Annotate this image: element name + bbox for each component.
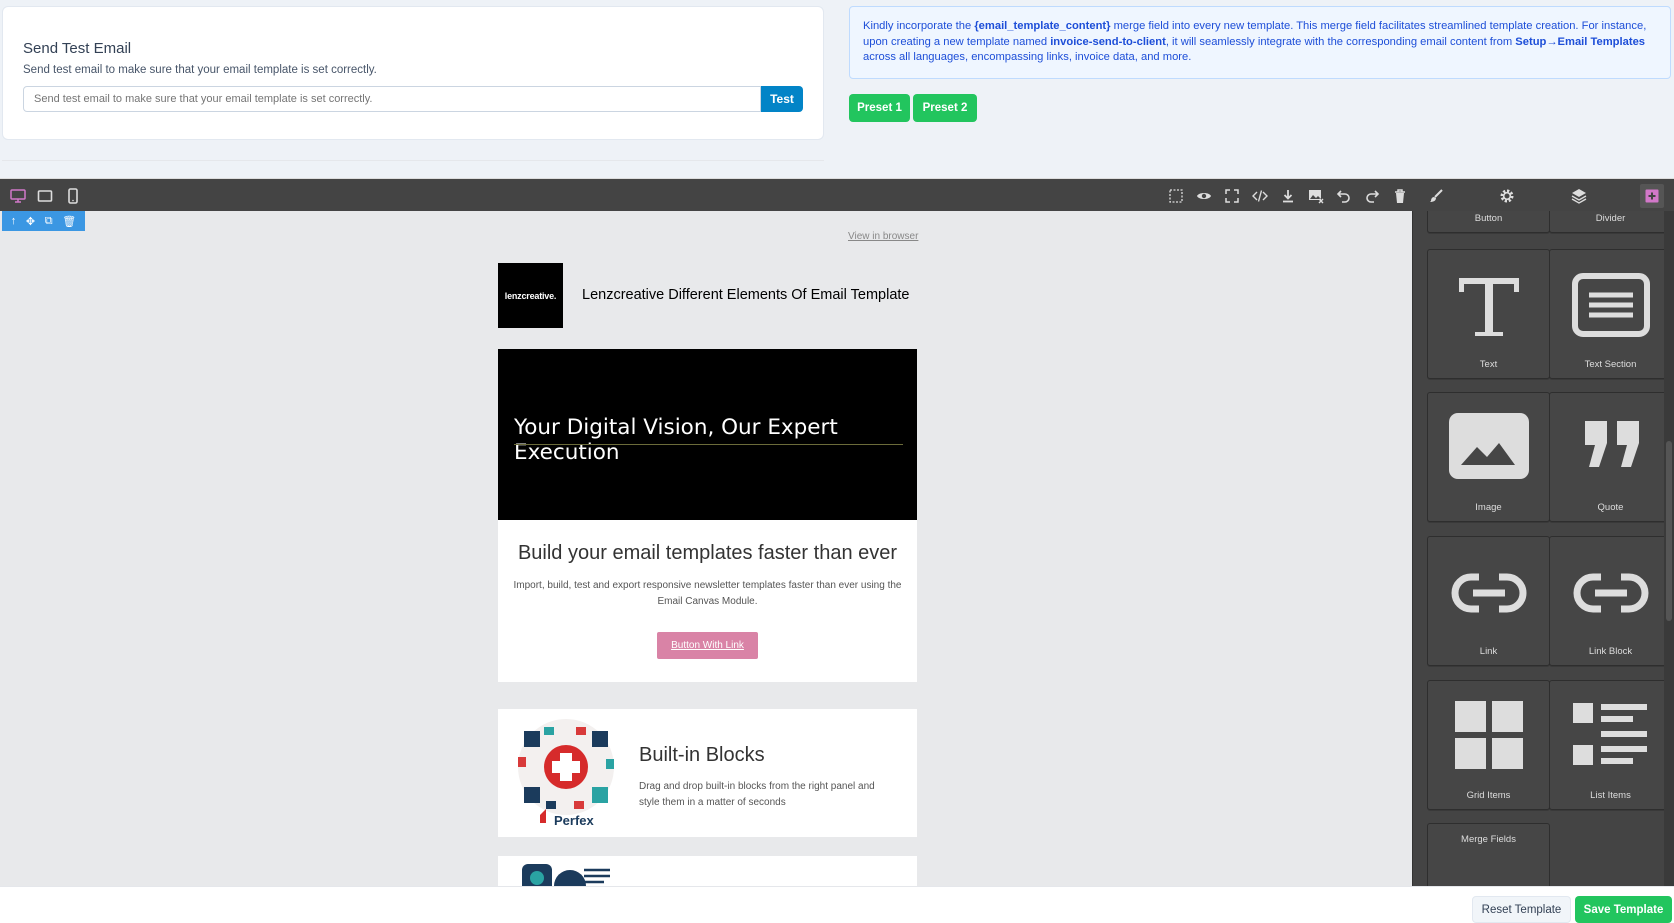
brush-icon[interactable] bbox=[1427, 187, 1445, 205]
image-remove-icon[interactable] bbox=[1307, 187, 1325, 205]
preset-2-button[interactable]: Preset 2 bbox=[913, 94, 977, 122]
layers-icon[interactable] bbox=[1570, 187, 1588, 205]
block-label: Divider bbox=[1595, 213, 1626, 224]
built-in-blocks-title: Built-in Blocks bbox=[639, 744, 765, 766]
info-template-name: invoice-send-to-client bbox=[1050, 35, 1166, 48]
block-label: Text Section bbox=[1584, 359, 1637, 370]
merge-field-info: Kindly incorporate the {email_template_c… bbox=[849, 6, 1671, 79]
email-editor: ↑ ✥ ⧉ 🗑 View in browser lenzcreative. Le… bbox=[0, 178, 1674, 886]
next-section[interactable] bbox=[498, 856, 917, 886]
email-canvas[interactable]: ↑ ✥ ⧉ 🗑 View in browser lenzcreative. Le… bbox=[0, 211, 1412, 886]
code-icon[interactable] bbox=[1251, 187, 1269, 205]
block-label: Image bbox=[1475, 502, 1502, 513]
block-list-items[interactable]: List Items bbox=[1549, 680, 1672, 810]
save-template-button[interactable]: Save Template bbox=[1575, 896, 1672, 923]
reset-template-button[interactable]: Reset Template bbox=[1472, 896, 1571, 923]
perfex-thumbnail: Perfex bbox=[510, 717, 622, 829]
built-in-blocks-section[interactable]: Perfex Built-in Blocks Drag and drop bui… bbox=[498, 709, 917, 837]
intro-text: Import, build, test and export responsiv… bbox=[513, 580, 902, 607]
text-section-icon bbox=[1550, 270, 1671, 340]
gear-icon[interactable] bbox=[1498, 187, 1516, 205]
selection-toolbar: ↑ ✥ ⧉ 🗑 bbox=[2, 211, 85, 231]
block-divider[interactable]: Divider bbox=[1549, 211, 1672, 233]
link-block-icon bbox=[1550, 557, 1671, 627]
header-title: Lenzcreative Different Elements Of Email… bbox=[582, 287, 910, 303]
block-label: Link bbox=[1479, 646, 1498, 657]
block-link-block[interactable]: Link Block bbox=[1549, 536, 1672, 666]
block-grid-items[interactable]: Grid Items bbox=[1427, 680, 1550, 810]
hero-title: Your Digital Vision, Our Expert Executio… bbox=[514, 415, 838, 465]
grid-items-icon bbox=[1428, 701, 1549, 771]
block-label: List Items bbox=[1590, 790, 1631, 801]
text-icon bbox=[1428, 270, 1549, 340]
send-test-email-title: Send Test Email bbox=[23, 40, 132, 57]
desktop-icon[interactable] bbox=[9, 187, 27, 205]
block-quote[interactable]: Quote bbox=[1549, 392, 1672, 522]
block-label: Text bbox=[1479, 359, 1498, 370]
logo: lenzcreative. bbox=[498, 263, 563, 328]
intro-section[interactable]: Build your email templates faster than e… bbox=[498, 520, 917, 682]
next-section-thumbnail bbox=[510, 864, 610, 886]
block-image[interactable]: Image bbox=[1427, 392, 1550, 522]
block-link[interactable]: Link bbox=[1427, 536, 1550, 666]
block-button[interactable]: Button bbox=[1427, 211, 1550, 233]
send-test-email-card: Send Test Email Send test email to make … bbox=[2, 6, 824, 140]
quote-icon bbox=[1550, 413, 1671, 483]
move-icon[interactable]: ✥ bbox=[26, 215, 35, 228]
block-label: Merge Fields bbox=[1461, 834, 1516, 845]
perfex-label: Perfex bbox=[554, 813, 595, 828]
select-area-icon[interactable] bbox=[1167, 187, 1185, 205]
download-icon[interactable] bbox=[1279, 187, 1297, 205]
block-label: Quote bbox=[1597, 502, 1624, 513]
info-text: Kindly incorporate the bbox=[863, 20, 975, 32]
blocks-panel-scrollbar[interactable] bbox=[1664, 211, 1674, 886]
block-label: Grid Items bbox=[1466, 790, 1511, 801]
info-text: , it will seamlessly integrate with the … bbox=[1165, 35, 1516, 48]
preset-1-button[interactable]: Preset 1 bbox=[849, 94, 910, 122]
image-icon bbox=[1428, 413, 1549, 483]
intro-title: Build your email templates faster than e… bbox=[517, 542, 898, 564]
send-test-email-description: Send test email to make sure that your e… bbox=[23, 64, 377, 76]
copy-icon[interactable]: ⧉ bbox=[45, 215, 53, 228]
hero-section[interactable]: Your Digital Vision, Our Expert Executio… bbox=[498, 349, 917, 520]
editor-toolbar bbox=[0, 178, 1674, 211]
hero-divider bbox=[514, 444, 903, 445]
info-setup-link[interactable]: Setup→Email Templates bbox=[1515, 36, 1645, 48]
scrollbar-thumb[interactable] bbox=[1666, 441, 1672, 621]
fullscreen-icon[interactable] bbox=[1223, 187, 1241, 205]
footer-bar: Reset Template Save Template bbox=[0, 886, 1674, 923]
block-merge-fields[interactable]: Merge Fields bbox=[1427, 823, 1550, 886]
info-text: across all languages, encompassing links… bbox=[863, 51, 1192, 63]
block-text-section[interactable]: Text Section bbox=[1549, 249, 1672, 379]
block-label: Link Block bbox=[1588, 646, 1633, 657]
button-with-link[interactable]: Button With Link bbox=[657, 632, 758, 659]
mobile-icon[interactable] bbox=[64, 187, 82, 205]
trash-icon[interactable] bbox=[1391, 187, 1409, 205]
test-email-row: Test bbox=[23, 86, 803, 112]
test-button[interactable]: Test bbox=[761, 86, 803, 112]
tablet-icon[interactable] bbox=[36, 187, 54, 205]
delete-icon[interactable]: 🗑 bbox=[62, 215, 76, 228]
block-label: Button bbox=[1474, 213, 1503, 224]
list-items-icon bbox=[1550, 701, 1671, 771]
select-parent-icon[interactable]: ↑ bbox=[11, 215, 17, 227]
info-merge-field: {email_template_content} bbox=[974, 20, 1111, 32]
email-header: lenzcreative. Lenzcreative Different Ele… bbox=[498, 263, 917, 329]
add-block-icon[interactable] bbox=[1640, 184, 1664, 208]
redo-icon[interactable] bbox=[1363, 187, 1381, 205]
eye-icon[interactable] bbox=[1195, 187, 1213, 205]
view-in-browser-link[interactable]: View in browser bbox=[848, 231, 918, 242]
test-email-input[interactable] bbox=[23, 86, 761, 112]
divider bbox=[2, 160, 824, 161]
link-icon bbox=[1428, 557, 1549, 627]
blocks-panel: Button Divider Text Text Section Image Q… bbox=[1412, 211, 1674, 886]
built-in-blocks-text: Drag and drop built-in blocks from the r… bbox=[639, 781, 875, 808]
block-text[interactable]: Text bbox=[1427, 249, 1550, 379]
undo-icon[interactable] bbox=[1335, 187, 1353, 205]
